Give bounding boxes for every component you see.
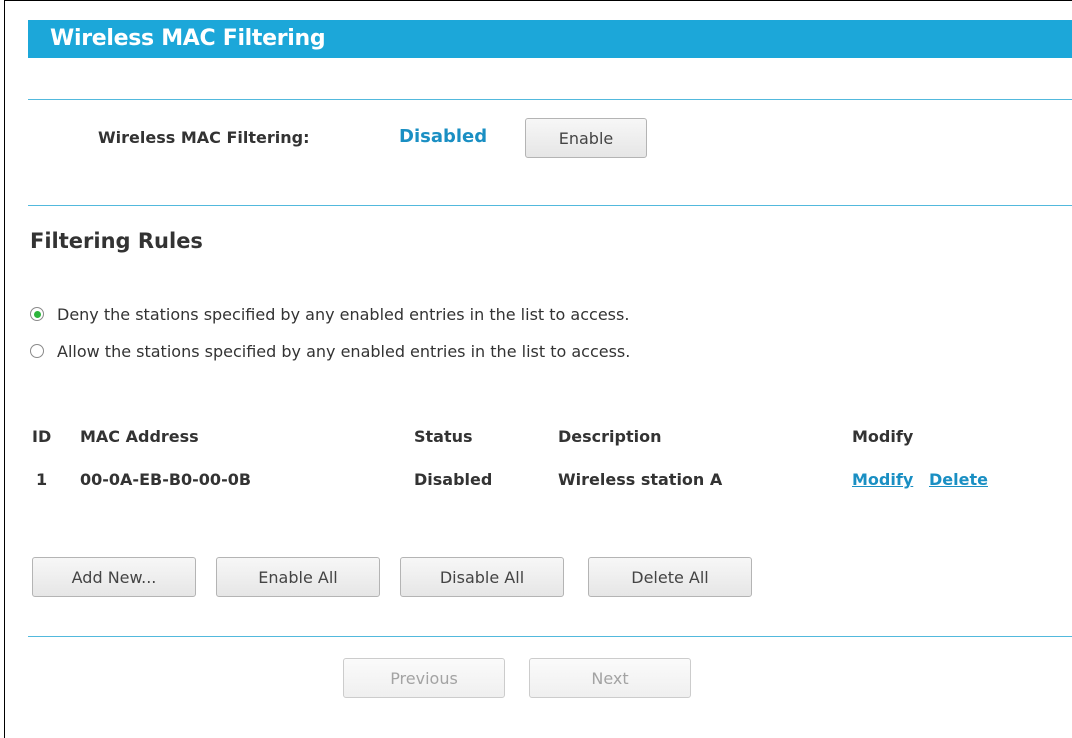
column-header-modify: Modify [852,427,914,446]
disable-all-button[interactable]: Disable All [400,557,564,597]
column-header-id: ID [32,427,52,446]
column-header-status: Status [414,427,473,446]
allow-option[interactable]: Allow the stations specified by any enab… [30,340,630,362]
deny-option[interactable]: Deny the stations specified by any enabl… [30,303,629,325]
enable-all-button[interactable]: Enable All [216,557,380,597]
previous-button[interactable]: Previous [343,658,505,698]
enable-button[interactable]: Enable [525,118,647,158]
radio-button[interactable] [30,344,44,358]
radio-button-selected[interactable] [30,307,44,321]
delete-all-button[interactable]: Delete All [588,557,752,597]
modify-link[interactable]: Modify [852,470,913,489]
next-button[interactable]: Next [529,658,691,698]
page-frame [4,0,1072,738]
mac-filtering-label: Wireless MAC Filtering: [98,128,310,147]
delete-link[interactable]: Delete [929,470,988,489]
column-header-description: Description [558,427,662,446]
page-title: Wireless MAC Filtering [28,20,1072,58]
cell-description: Wireless station A [558,470,723,489]
column-header-mac: MAC Address [80,427,199,446]
cell-mac-address: 00-0A-EB-B0-00-0B [80,470,252,489]
filtering-rules-title: Filtering Rules [30,229,203,253]
allow-option-label: Allow the stations specified by any enab… [57,341,631,361]
divider [28,205,1072,206]
divider [28,99,1072,100]
deny-option-label: Deny the stations specified by any enabl… [57,304,630,324]
mac-filtering-status: Disabled [399,126,488,147]
cell-id: 1 [36,470,48,489]
divider [28,636,1072,637]
cell-status: Disabled [414,470,493,489]
add-new-button[interactable]: Add New... [32,557,196,597]
